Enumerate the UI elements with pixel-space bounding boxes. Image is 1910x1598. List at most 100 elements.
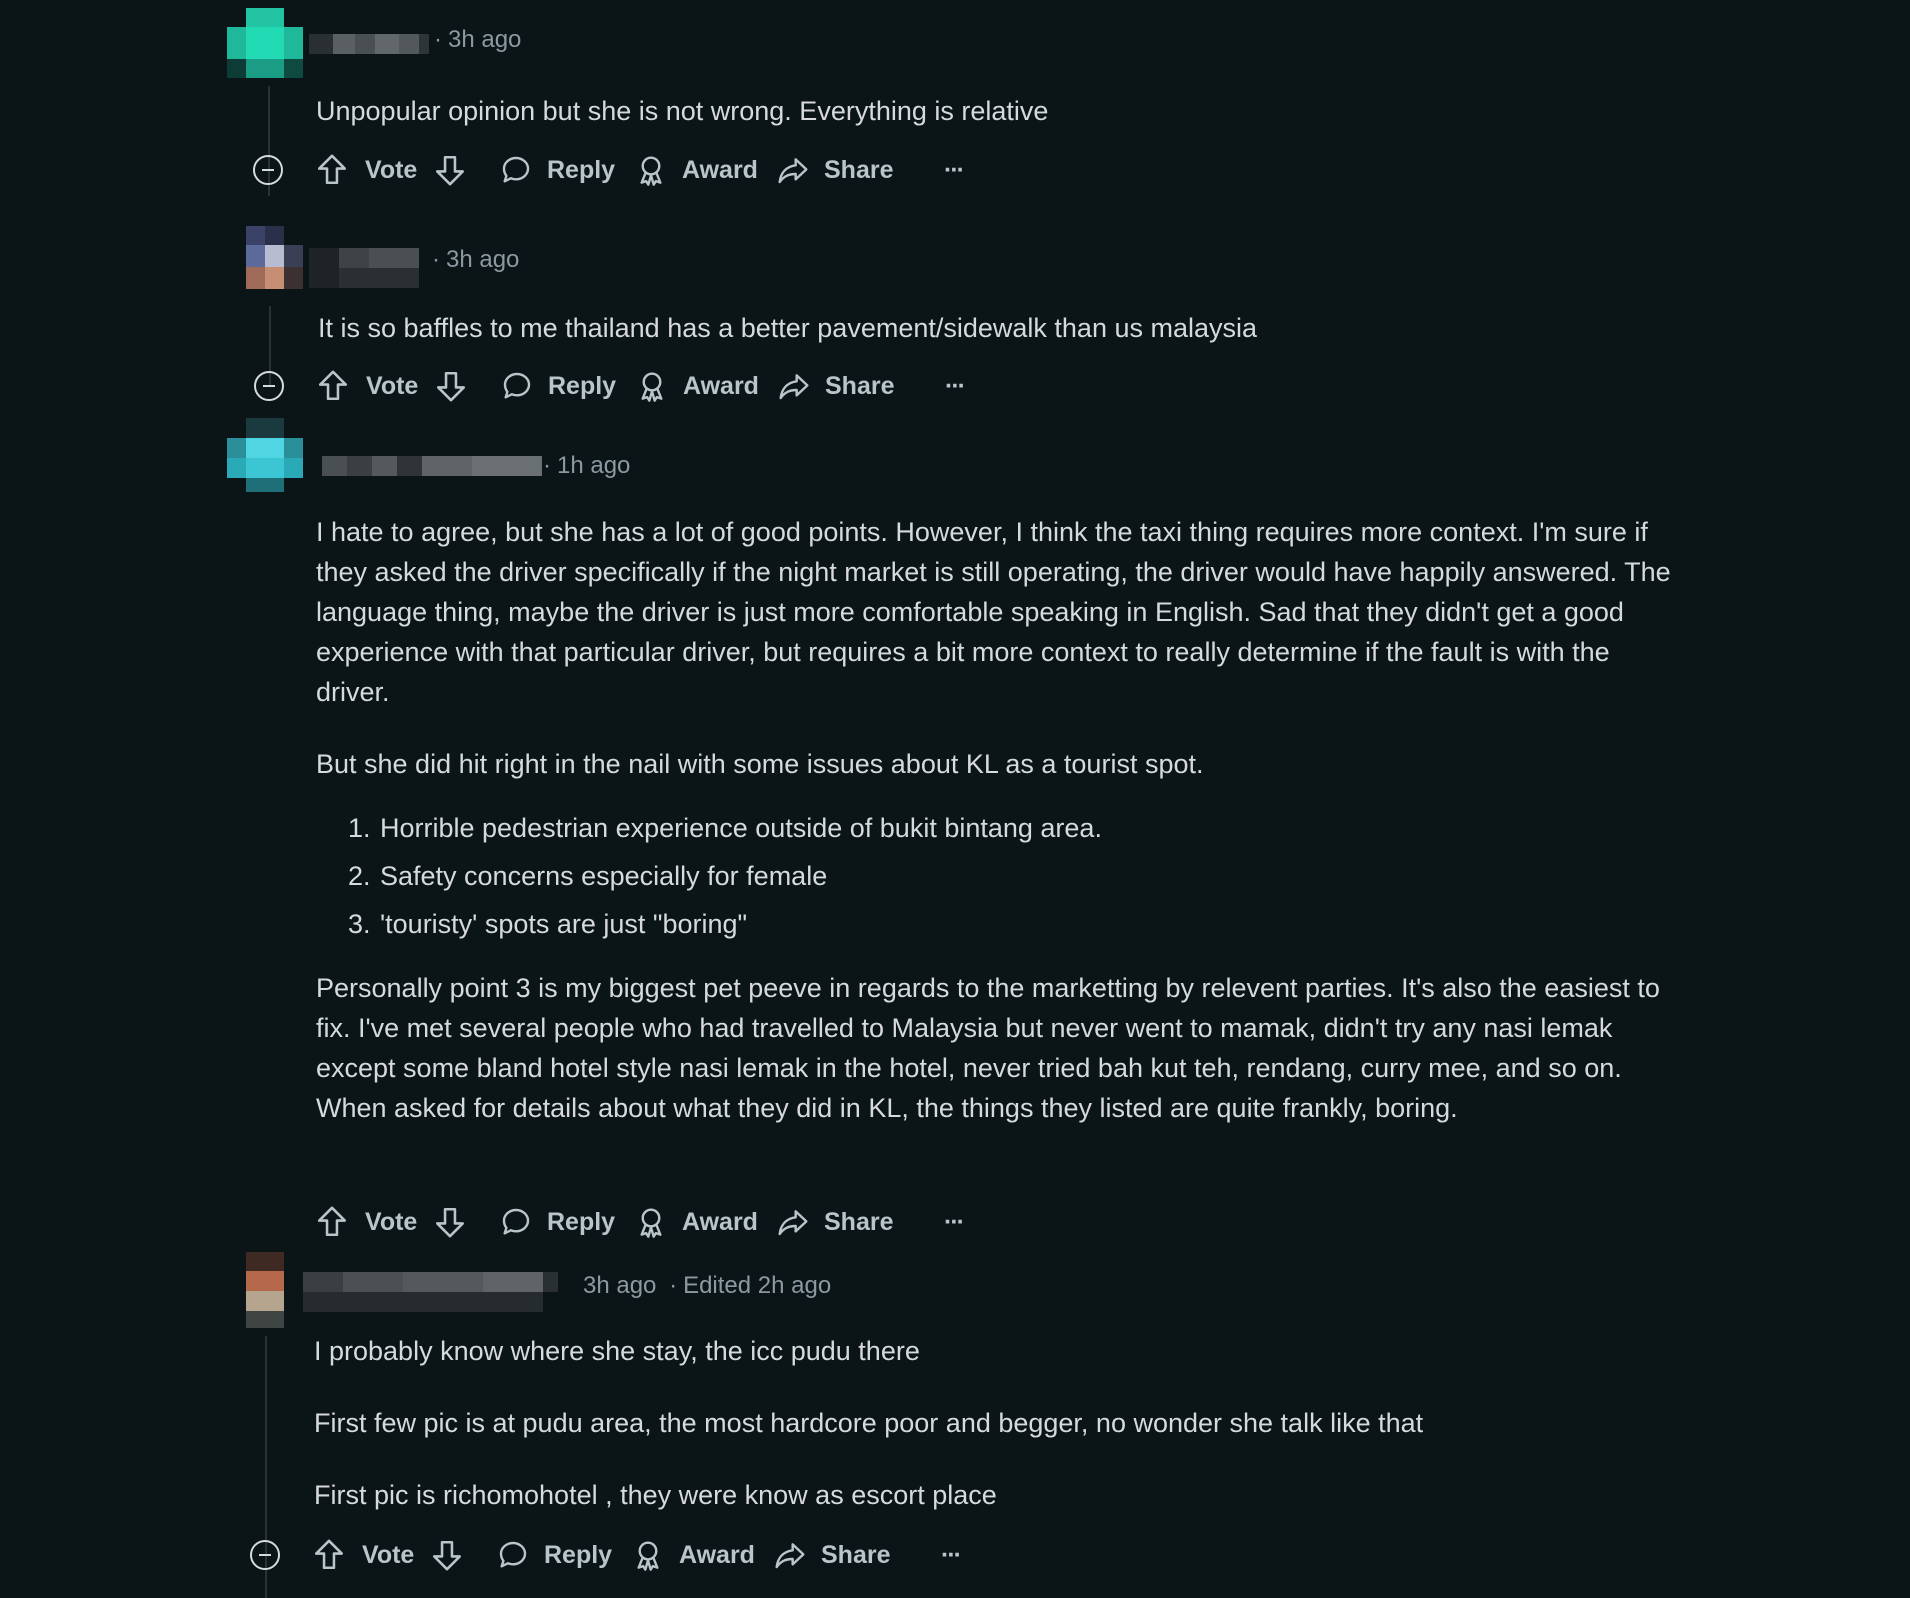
award-label: Award [682, 1207, 758, 1236]
award-icon [635, 154, 667, 186]
comment-body: I probably know where she stay, the icc … [314, 1331, 1423, 1515]
reply-icon [500, 154, 532, 186]
comment-header: 3h ago · Edited 2h ago [227, 1252, 1027, 1328]
comment-body: Unpopular opinion but she is not wrong. … [316, 91, 1048, 131]
reply-label: Reply [547, 1207, 616, 1236]
action-bar: Vote Reply Award Share ··· [316, 364, 1016, 408]
timestamp: 3h ago [446, 246, 520, 273]
share-button[interactable]: Share [777, 148, 893, 192]
share-icon [777, 1206, 809, 1238]
vote-label: Vote [365, 155, 418, 184]
action-bar: Vote Reply Award Share ··· [312, 1533, 1012, 1577]
more-icon[interactable]: ··· [944, 1200, 965, 1244]
edited-label: Edited 2h ago [683, 1272, 832, 1299]
comment-header: · 3h ago [227, 226, 1027, 296]
reply-button[interactable]: Reply [501, 364, 616, 408]
collapse-icon[interactable] [252, 154, 284, 186]
reply-button[interactable]: Reply [500, 1200, 615, 1244]
list-item: 2. Safety concerns especially for female [348, 861, 828, 891]
award-icon [635, 1206, 667, 1238]
share-icon [777, 154, 809, 186]
comment-meta: · 1h ago [543, 452, 631, 479]
reply-button[interactable]: Reply [500, 148, 615, 192]
comment-paragraph: I probably know where she stay, the icc … [314, 1336, 920, 1366]
comment-text: Unpopular opinion but she is not wrong. … [316, 96, 1049, 126]
action-bar: Vote Reply Award Share ··· [315, 1200, 1015, 1244]
comment-paragraph: First few pic is at pudu area, the most … [314, 1408, 1424, 1438]
comment: 3h ago · Edited 2h ago I probably know wh… [227, 1252, 1687, 1598]
collapse-icon[interactable] [249, 1539, 281, 1571]
upvote-icon[interactable] [315, 148, 349, 192]
reply-icon [500, 1206, 532, 1238]
award-icon [636, 370, 668, 402]
username-redacted[interactable] [322, 456, 542, 476]
more-icon[interactable]: ··· [945, 364, 966, 408]
reply-icon [497, 1539, 529, 1571]
username-redacted[interactable] [303, 1272, 558, 1312]
reply-label: Reply [548, 371, 617, 400]
comment-paragraph: I hate to agree, but she has a lot of go… [316, 517, 1671, 707]
award-icon [632, 1539, 664, 1571]
comment-body: It is so baffles to me thailand has a be… [318, 308, 1257, 348]
more-icon[interactable]: ··· [944, 148, 965, 192]
avatar[interactable] [227, 418, 303, 492]
share-icon [778, 370, 810, 402]
reply-label: Reply [544, 1540, 613, 1569]
comment-meta: 3h ago · Edited 2h ago [583, 1272, 832, 1299]
share-icon [774, 1539, 806, 1571]
action-bar: Vote Reply Award Share ··· [315, 148, 1015, 192]
comment-meta: · 3h ago [432, 246, 520, 273]
list-item: 1. Horrible pedestrian experience outside… [348, 813, 1102, 843]
share-label: Share [821, 1540, 891, 1569]
upvote-icon[interactable] [316, 364, 350, 408]
vote-label: Vote [365, 1207, 418, 1236]
award-label: Award [682, 155, 758, 184]
award-button[interactable]: Award [635, 1200, 758, 1244]
award-button[interactable]: Award [632, 1533, 755, 1577]
upvote-icon[interactable] [315, 1200, 349, 1244]
comment-meta: · 3h ago [434, 26, 522, 53]
username-redacted[interactable] [309, 34, 429, 54]
downvote-icon[interactable] [434, 364, 468, 408]
award-button[interactable]: Award [636, 364, 759, 408]
share-label: Share [825, 371, 895, 400]
username-redacted[interactable] [309, 248, 419, 288]
downvote-icon[interactable] [430, 1533, 464, 1577]
award-button[interactable]: Award [635, 148, 758, 192]
share-button[interactable]: Share [774, 1533, 890, 1577]
avatar[interactable] [227, 8, 303, 78]
comment-thread: · 3h ago Unpopular opinion but she is not… [0, 0, 1910, 1598]
comment-header: · 3h ago [227, 8, 1027, 78]
share-button[interactable]: Share [778, 364, 894, 408]
comment: · 3h ago It is so baffles to me thailand … [227, 226, 1687, 416]
collapse-icon[interactable] [253, 370, 285, 402]
reply-icon [501, 370, 533, 402]
timestamp: 3h ago [448, 26, 522, 53]
downvote-icon[interactable] [433, 1200, 467, 1244]
comment-paragraph: First pic is richomohotel , they were kn… [314, 1480, 997, 1510]
reply-button[interactable]: Reply [497, 1533, 612, 1577]
avatar[interactable] [227, 226, 303, 296]
award-label: Award [679, 1540, 755, 1569]
comment: · 3h ago Unpopular opinion but she is not… [227, 8, 1687, 208]
comment-text: It is so baffles to me thailand has a be… [318, 313, 1258, 343]
vote-label: Vote [366, 371, 419, 400]
comment-paragraph: Personally point 3 is my biggest pet pee… [316, 973, 1660, 1123]
avatar[interactable] [227, 1252, 285, 1328]
more-icon[interactable]: ··· [941, 1533, 962, 1577]
timestamp: 1h ago [557, 452, 631, 479]
timestamp: 3h ago [583, 1272, 657, 1299]
vote-label: Vote [362, 1540, 415, 1569]
numbered-list: 1. Horrible pedestrian experience outside… [316, 804, 1676, 948]
award-label: Award [683, 371, 759, 400]
downvote-icon[interactable] [433, 148, 467, 192]
share-button[interactable]: Share [777, 1200, 893, 1244]
list-item: 3.'touristy' spots are just "boring" [348, 909, 748, 939]
comment-body: I hate to agree, but she has a lot of go… [316, 512, 1676, 1128]
comment-header: · 1h ago [227, 418, 1027, 492]
reply-label: Reply [547, 155, 616, 184]
upvote-icon[interactable] [312, 1533, 346, 1577]
share-label: Share [824, 1207, 894, 1236]
comment-paragraph: But she did hit right in the nail with s… [316, 749, 1204, 779]
comment: · 1h ago I hate to agree, but she has a l… [227, 418, 1687, 1238]
